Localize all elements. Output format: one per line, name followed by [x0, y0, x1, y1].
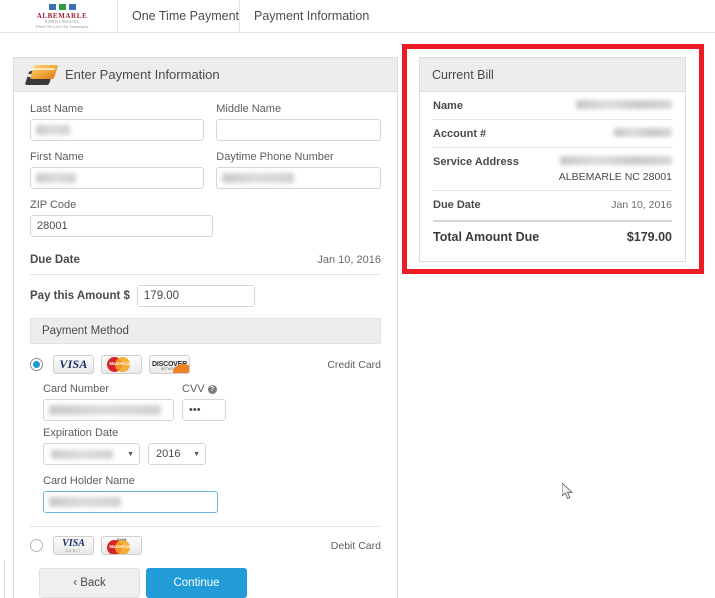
daytime-phone-label: Daytime Phone Number: [216, 151, 334, 163]
current-bill-panel: Current Bill Name Account # Service Addr…: [419, 57, 686, 262]
logo-squares-icon: [48, 3, 76, 10]
payment-method-header: Payment Method: [30, 318, 381, 344]
middle-name-field-group: Middle Name: [216, 103, 381, 141]
form-due-date-value: Jan 10, 2016: [317, 254, 381, 266]
visa-debit-logo-icon: VISA DEBIT: [53, 536, 94, 555]
zip-code-input[interactable]: [30, 215, 213, 237]
discover-logo-icon: DISCOVER NETWORK: [149, 355, 190, 374]
bill-service-address-label: Service Address: [433, 156, 519, 168]
bill-total-label: Total Amount Due: [433, 230, 540, 244]
pay-amount-row: Pay this Amount $: [30, 285, 381, 307]
tab-one-time-payment[interactable]: One Time Payment: [117, 0, 253, 32]
logo-wordmark: ALBEMARLE: [36, 11, 88, 20]
albemarle-logo[interactable]: ALBEMARLE NORTH CAROLINA Where We Love O…: [29, 2, 95, 31]
first-name-label: First Name: [30, 151, 84, 163]
pay-amount-label: Pay this Amount $: [30, 290, 130, 302]
form-due-date-label: Due Date: [30, 254, 80, 266]
back-button[interactable]: ‹ Back: [39, 568, 140, 598]
chevron-down-icon-year: ▼: [193, 450, 200, 458]
last-name-field-group: Last Name: [30, 103, 205, 141]
expiration-year-select[interactable]: 2016 ▼: [148, 443, 206, 465]
name-row: Last Name Middle Name: [30, 103, 381, 151]
middle-name-input[interactable]: [216, 119, 381, 141]
credit-card-option-row[interactable]: VISA MasterCard DISCOVER NETWORK Credit C…: [30, 355, 381, 374]
bill-total-row: Total Amount Due $179.00: [433, 220, 672, 244]
cvv-input[interactable]: [182, 399, 226, 421]
mouse-cursor: [562, 483, 574, 500]
last-name-redacted-value: [36, 125, 70, 135]
payment-form-title: Enter Payment Information: [65, 67, 220, 82]
first-name-field-group: First Name: [30, 151, 205, 189]
bill-due-date-label: Due Date: [433, 199, 481, 211]
card-number-label: Card Number: [43, 383, 110, 395]
bill-row-due-date: Due Date Jan 10, 2016: [433, 191, 672, 218]
payment-form-body: Last Name Middle Name First Name Daytime…: [14, 92, 397, 598]
continue-button[interactable]: Continue: [146, 568, 247, 598]
expiration-year-value: 2016: [156, 448, 181, 460]
current-bill-title: Current Bill: [420, 58, 685, 92]
expiration-month-redacted-value: [51, 449, 113, 459]
daytime-phone-redacted-value: [222, 173, 295, 183]
payment-form-panel: Enter Payment Information Last Name Midd…: [13, 57, 398, 598]
last-name-label: Last Name: [30, 103, 84, 115]
logo-tagline: Where We Love Our Community: [35, 24, 89, 29]
zip-code-field-group: ZIP Code: [30, 199, 213, 237]
first-name-redacted-value: [36, 173, 76, 183]
card-holder-name-redacted-value: [49, 497, 121, 507]
bill-total-value: $179.00: [626, 230, 672, 244]
debit-card-radio[interactable]: [30, 539, 43, 552]
debit-mastercard-logo-icon: Debit MasterCard: [101, 536, 142, 555]
bill-service-address-value: ALBEMARLE NC 28001: [559, 156, 672, 183]
bill-account-label: Account #: [433, 128, 487, 140]
pay-amount-input[interactable]: [136, 285, 255, 307]
tab-payment-information[interactable]: Payment Information: [239, 0, 383, 32]
bill-service-address-line2: ALBEMARLE NC 28001: [558, 171, 672, 183]
bill-name-value: [576, 100, 672, 112]
bill-due-date-value: Jan 10, 2016: [611, 199, 672, 211]
debit-card-tag: Debit Card: [330, 539, 381, 552]
visa-logo-icon: VISA: [53, 355, 94, 374]
firstname-phone-row: First Name Daytime Phone Number: [30, 151, 381, 199]
top-navigation-bar: ALBEMARLE NORTH CAROLINA Where We Love O…: [0, 0, 715, 33]
expiration-field-group: Expiration Date ▼ 2016 ▼: [43, 427, 381, 465]
section-divider: [30, 526, 381, 527]
bill-row-service-address: Service Address ALBEMARLE NC 28001: [433, 148, 672, 191]
daytime-phone-field-group: Daytime Phone Number: [216, 151, 381, 189]
cardnumber-cvv-row: Card Number CVV?: [43, 383, 381, 421]
bill-account-value: [614, 128, 672, 140]
card-number-redacted-value: [49, 405, 161, 415]
cvv-label: CVV?: [182, 383, 226, 395]
payment-form-header: Enter Payment Information: [14, 58, 397, 92]
expiration-date-label: Expiration Date: [43, 427, 119, 439]
expiration-selects-row: ▼ 2016 ▼: [43, 443, 381, 465]
bill-name-label: Name: [433, 100, 463, 112]
credit-card-stack-icon: [24, 64, 59, 86]
bill-row-account: Account #: [433, 120, 672, 148]
middle-name-label: Middle Name: [216, 103, 282, 115]
debit-card-option-row[interactable]: VISADEBIT Debit MasterCard Debit Card: [30, 536, 381, 555]
card-number-field-group: Card Number: [43, 383, 174, 421]
current-bill-body: Name Account # Service Address ALBEMARLE…: [420, 92, 685, 244]
card-holder-name-label: Card Holder Name: [43, 475, 135, 487]
bill-row-name: Name: [433, 92, 672, 120]
card-details-group: Card Number CVV? Expiration Date: [30, 383, 381, 513]
form-due-date-row: Due Date Jan 10, 2016: [30, 247, 381, 275]
cvv-field-group: CVV?: [182, 383, 226, 421]
mastercard-logo-icon: MasterCard: [101, 355, 142, 374]
chevron-down-icon-month: ▼: [127, 450, 134, 458]
cvv-help-icon[interactable]: ?: [207, 384, 217, 394]
form-actions: ‹ Back Continue: [39, 568, 381, 598]
cvv-label-text: CVV: [182, 383, 205, 395]
expiration-month-select[interactable]: ▼: [43, 443, 140, 465]
zip-code-label: ZIP Code: [30, 199, 77, 211]
page-root: ALBEMARLE NORTH CAROLINA Where We Love O…: [0, 0, 715, 598]
credit-card-tag: Credit Card: [327, 358, 381, 371]
card-holder-field-group: Card Holder Name: [43, 475, 218, 513]
credit-card-radio[interactable]: [30, 358, 43, 371]
left-edge-divider: [4, 560, 5, 598]
